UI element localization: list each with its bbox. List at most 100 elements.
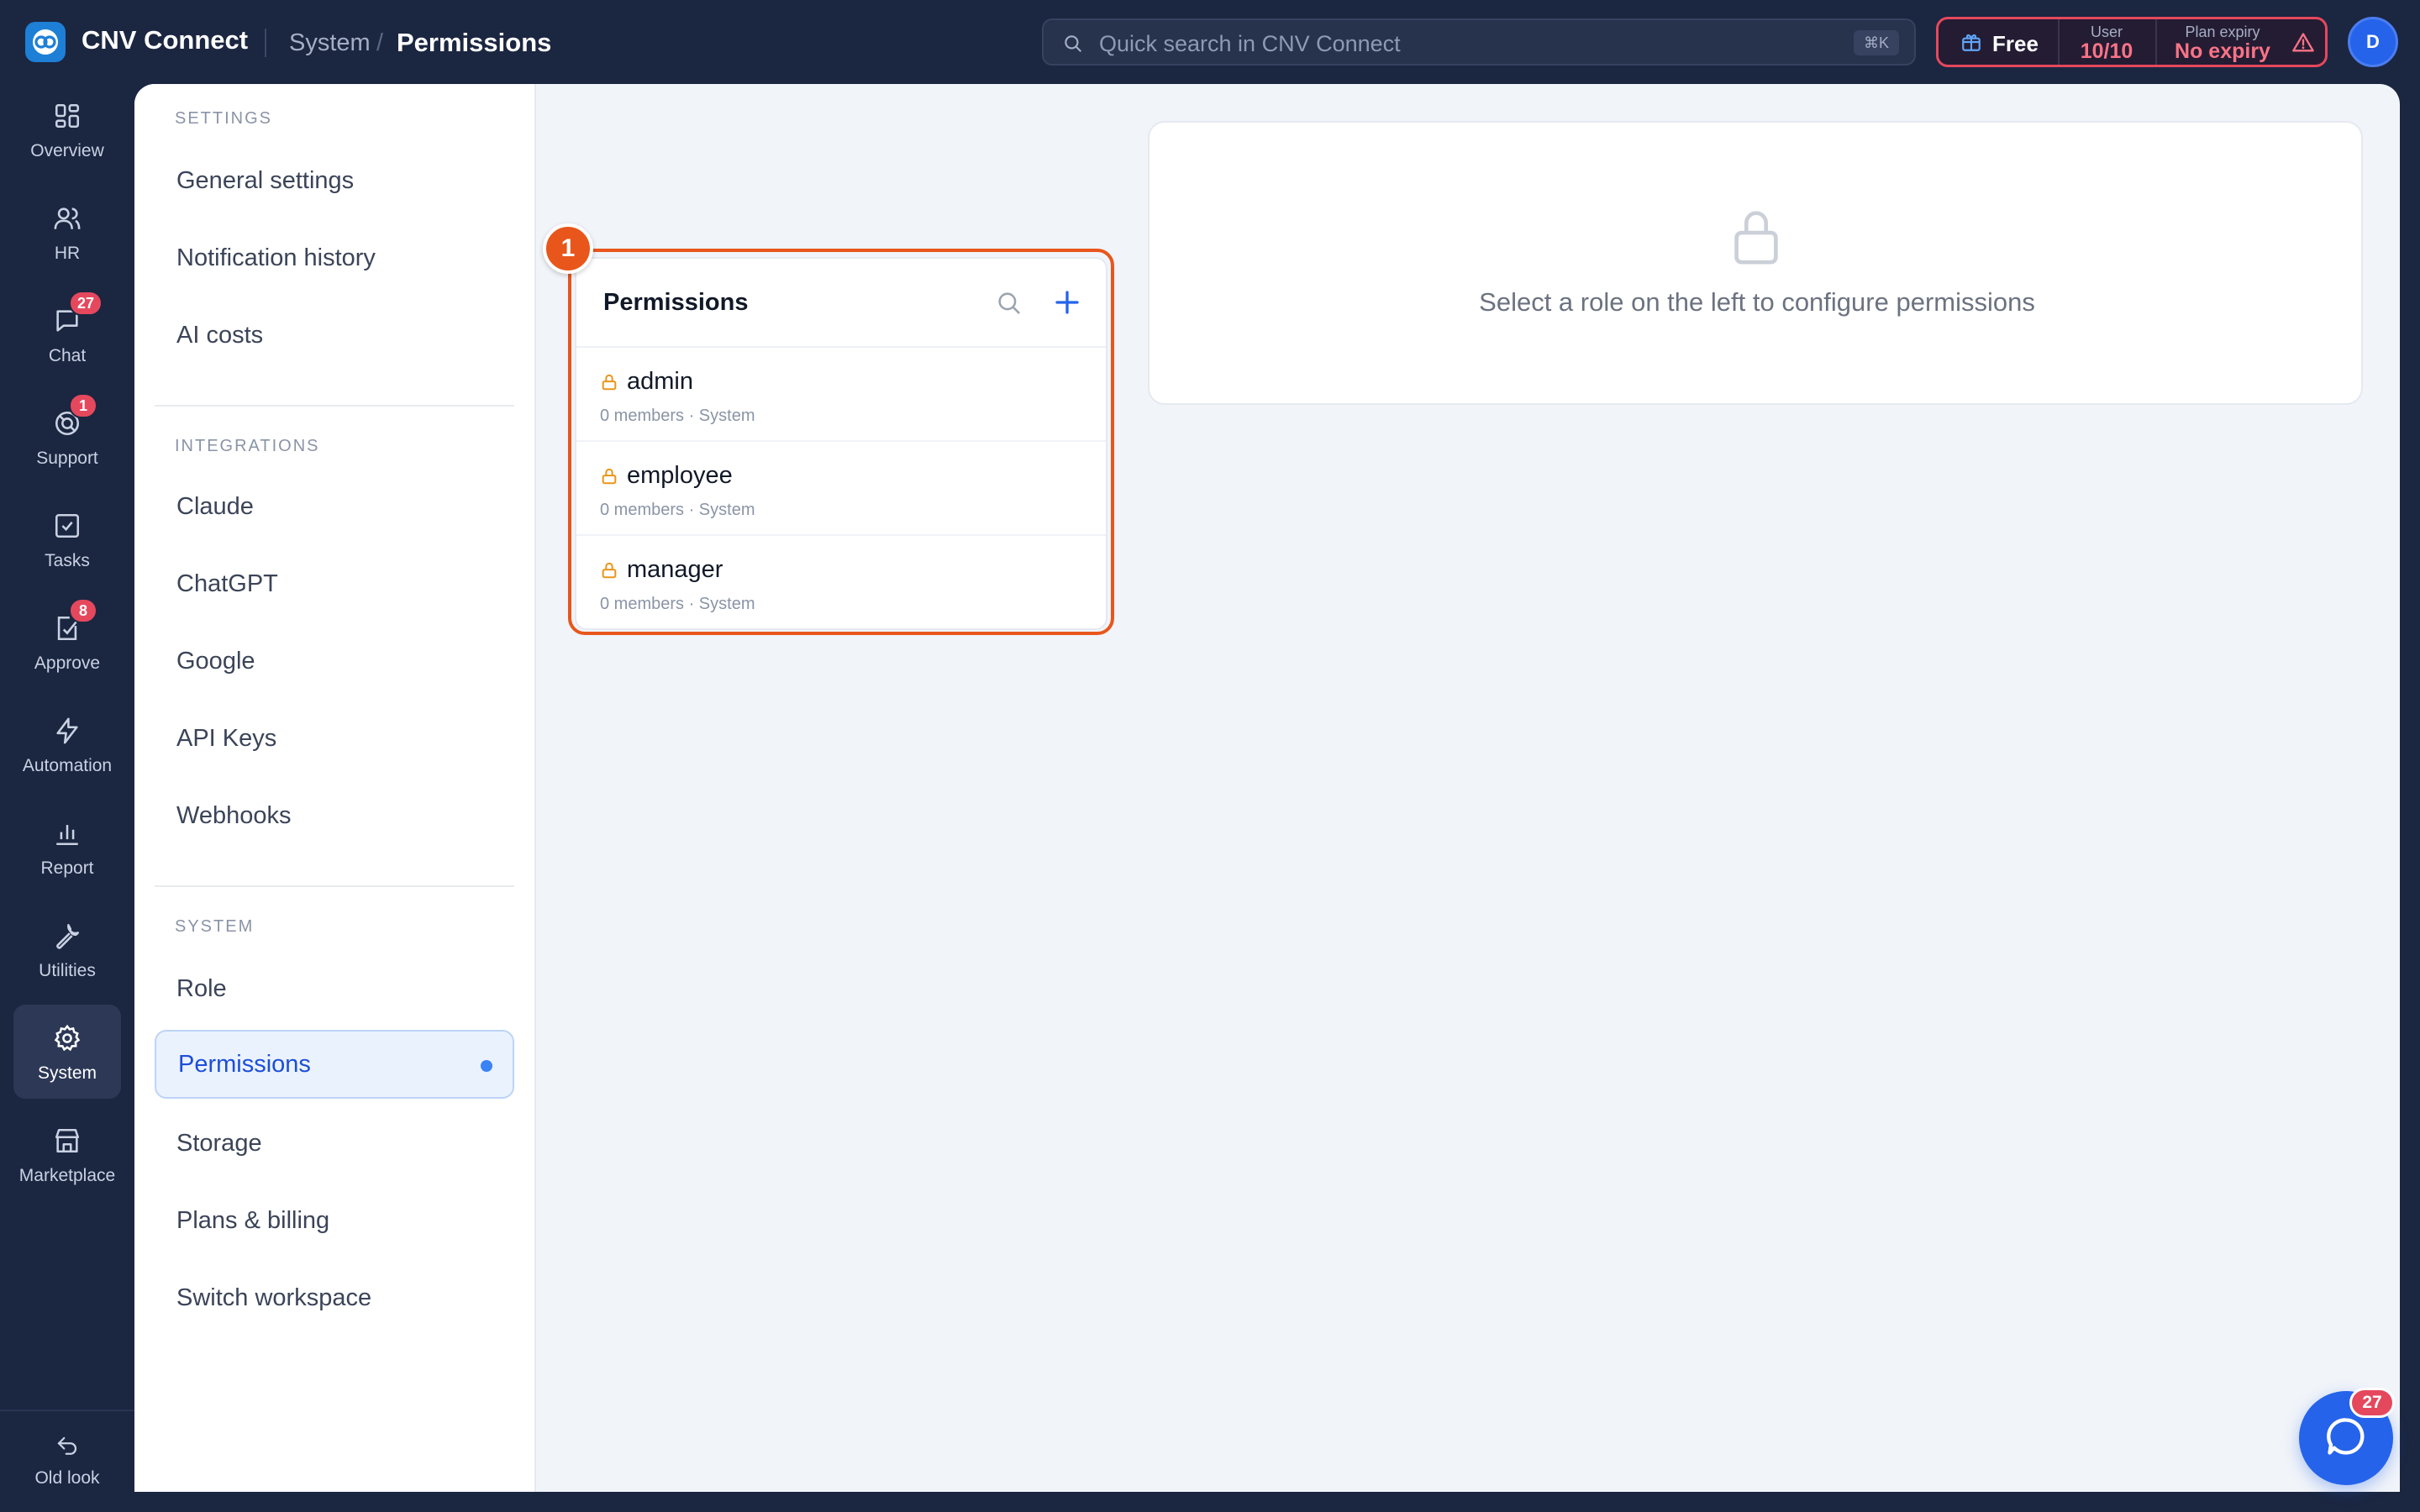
- tour-step-badge: 1: [543, 223, 593, 274]
- breadcrumb-separator: /: [376, 29, 384, 56]
- bolt-icon: [50, 714, 84, 748]
- lock-icon: [600, 561, 618, 584]
- rail-item-utilities[interactable]: Utilities: [13, 902, 121, 996]
- role-meta: 0 members · System: [600, 501, 755, 519]
- lifebuoy-icon: 1: [50, 393, 97, 440]
- lock-icon: [600, 373, 618, 396]
- permissions-card: Permissions admin 0 members · System emp…: [575, 257, 1107, 630]
- chat-icon: 27: [50, 291, 103, 338]
- warning-icon: [2291, 31, 2315, 59]
- approve-badge: 8: [69, 598, 97, 623]
- rail-label: Utilities: [39, 961, 96, 980]
- role-item-admin[interactable]: admin 0 members · System: [576, 348, 1106, 442]
- role-item-employee[interactable]: employee 0 members · System: [576, 442, 1106, 536]
- section-header-system: SYSTEM: [175, 917, 255, 936]
- role-name: manager: [627, 556, 723, 583]
- rail-label: Chat: [48, 346, 87, 365]
- settings-item-google[interactable]: Google: [155, 627, 514, 696]
- undo-icon: [50, 1430, 84, 1463]
- rail-item-marketplace[interactable]: Marketplace: [13, 1107, 121, 1201]
- header-divider: [265, 29, 266, 57]
- plan-expiry-caption: Plan expiry: [2185, 24, 2260, 40]
- search-placeholder: Quick search in CNV Connect: [1099, 31, 1401, 56]
- rail-item-automation[interactable]: Automation: [13, 697, 121, 791]
- section-divider: [155, 885, 514, 887]
- settings-item-chatgpt[interactable]: ChatGPT: [155, 549, 514, 618]
- rail-label: Support: [36, 449, 98, 468]
- settings-item-general[interactable]: General settings: [155, 146, 514, 215]
- settings-item-role[interactable]: Role: [155, 954, 514, 1023]
- rail-label: HR: [54, 244, 81, 263]
- user-avatar[interactable]: D: [2348, 17, 2398, 67]
- user-count-caption: User: [2090, 24, 2123, 40]
- rail-item-support[interactable]: 1 Support: [13, 390, 121, 484]
- quick-search-input[interactable]: Quick search in CNV Connect ⌘K: [1042, 18, 1916, 66]
- rail-label: Automation: [22, 756, 113, 775]
- rail-item-system[interactable]: System: [13, 1005, 121, 1099]
- role-meta: 0 members · System: [600, 595, 755, 613]
- users-icon: [50, 202, 84, 235]
- rail-label: System: [37, 1063, 97, 1083]
- checkbox-icon: [50, 509, 84, 543]
- app-name: CNV Connect: [82, 25, 249, 55]
- role-item-manager[interactable]: manager 0 members · System: [576, 536, 1106, 628]
- gear-icon: [50, 1021, 84, 1055]
- gift-icon: [1960, 31, 1982, 57]
- section-header-integrations: INTEGRATIONS: [175, 437, 320, 455]
- rail-item-report[interactable]: Report: [13, 800, 121, 894]
- rail-item-hr[interactable]: HR: [13, 185, 121, 279]
- role-name: admin: [627, 368, 693, 395]
- old-look-button[interactable]: Old look: [13, 1420, 121, 1504]
- breadcrumb-current: Permissions: [397, 28, 552, 57]
- grid-icon: [50, 99, 84, 133]
- top-bar: CNV Connect System / Permissions Quick s…: [0, 0, 2420, 84]
- add-role-icon[interactable]: [1052, 287, 1082, 322]
- section-divider: [155, 405, 514, 407]
- settings-item-storage[interactable]: Storage: [155, 1109, 514, 1178]
- search-icon[interactable]: [995, 289, 1023, 322]
- rail-label: Marketplace: [18, 1166, 116, 1185]
- settings-item-switch-workspace[interactable]: Switch workspace: [155, 1263, 514, 1332]
- rail-item-chat[interactable]: 27 Chat: [13, 287, 121, 381]
- wrench-icon: [50, 919, 84, 953]
- plan-tier[interactable]: Free: [1960, 31, 2039, 57]
- settings-item-claude[interactable]: Claude: [155, 472, 514, 541]
- chat-fab-badge: 27: [2349, 1388, 2395, 1418]
- settings-item-label: Permissions: [178, 1050, 311, 1078]
- rail-label: Tasks: [45, 551, 90, 570]
- role-name: employee: [627, 462, 733, 489]
- active-dot-indicator: [481, 1060, 492, 1072]
- chat-unread-badge: 27: [69, 291, 103, 316]
- approve-icon: 8: [50, 598, 97, 645]
- old-look-label: Old look: [34, 1468, 100, 1488]
- role-meta: 0 members · System: [600, 407, 755, 425]
- rail-item-approve[interactable]: 8 Approve: [13, 595, 121, 689]
- rail-item-overview[interactable]: Overview: [13, 82, 121, 176]
- store-icon: [50, 1124, 84, 1158]
- settings-item-ai-costs[interactable]: AI costs: [155, 301, 514, 370]
- plan-tier-label: Free: [1992, 31, 2039, 56]
- search-shortcut-badge: ⌘K: [1853, 30, 1899, 55]
- support-badge: 1: [69, 393, 97, 418]
- user-count-value: 10/10: [2080, 39, 2133, 63]
- settings-sidebar: SETTINGS General settings Notification h…: [134, 84, 536, 1492]
- rail-item-tasks[interactable]: Tasks: [13, 492, 121, 586]
- lock-icon: [1726, 203, 1786, 271]
- section-header-settings: SETTINGS: [175, 109, 273, 128]
- role-config-empty-state: Select a role on the left to configure p…: [1148, 121, 2363, 405]
- settings-item-notification-history[interactable]: Notification history: [155, 223, 514, 292]
- rail-label: Report: [40, 858, 94, 878]
- breadcrumb-parent[interactable]: System: [289, 29, 371, 57]
- settings-item-permissions[interactable]: Permissions: [155, 1030, 514, 1099]
- search-icon: [1062, 33, 1084, 59]
- plan-expiry-value: No expiry: [2175, 39, 2270, 63]
- rail-label: Overview: [30, 141, 104, 160]
- plan-status-widget[interactable]: Free User 10/10 Plan expiry No expiry: [1936, 17, 2328, 67]
- settings-item-plans-billing[interactable]: Plans & billing: [155, 1186, 514, 1255]
- settings-item-api-keys[interactable]: API Keys: [155, 704, 514, 773]
- lock-icon: [600, 467, 618, 490]
- empty-state-message: Select a role on the left to configure p…: [1479, 287, 2035, 317]
- main-panel: SETTINGS General settings Notification h…: [134, 84, 2400, 1492]
- settings-item-webhooks[interactable]: Webhooks: [155, 781, 514, 850]
- app-logo-icon[interactable]: [25, 22, 66, 62]
